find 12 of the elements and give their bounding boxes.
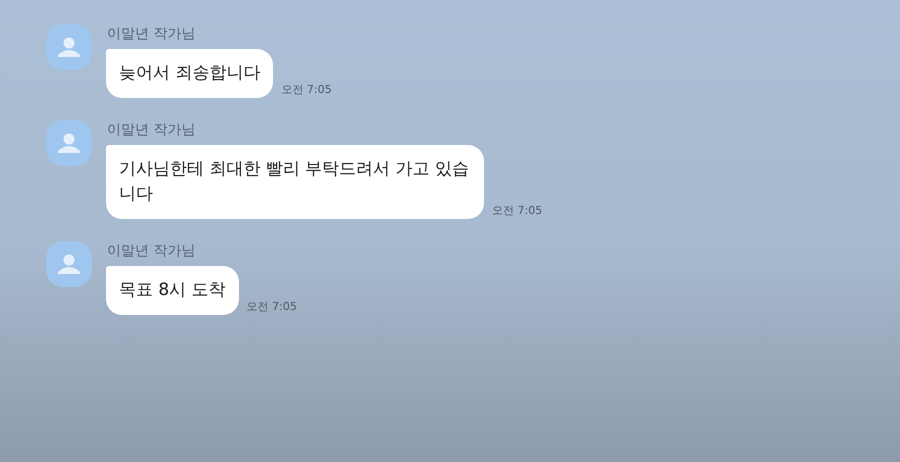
avatar-icon: [46, 24, 92, 70]
sender-name: 이말년 작가님: [106, 242, 196, 260]
message-time: 오전 7:05: [246, 299, 297, 315]
avatar-icon: [46, 120, 92, 166]
message-bubble: 늦어서 죄송합니다: [106, 49, 274, 98]
avatar-icon: [46, 241, 92, 287]
sender-name: 이말년 작가님: [106, 121, 196, 139]
message-bubble: 목표 8시 도착: [106, 266, 239, 315]
message-bubble: 기사님한테 최대한 빨리 부탁드려서 가고 있습니다: [106, 145, 484, 219]
message-time: 오전 7:05: [492, 203, 542, 219]
sender-name: 이말년 작가님: [106, 25, 196, 43]
message-time: 오전 7:05: [281, 82, 332, 98]
